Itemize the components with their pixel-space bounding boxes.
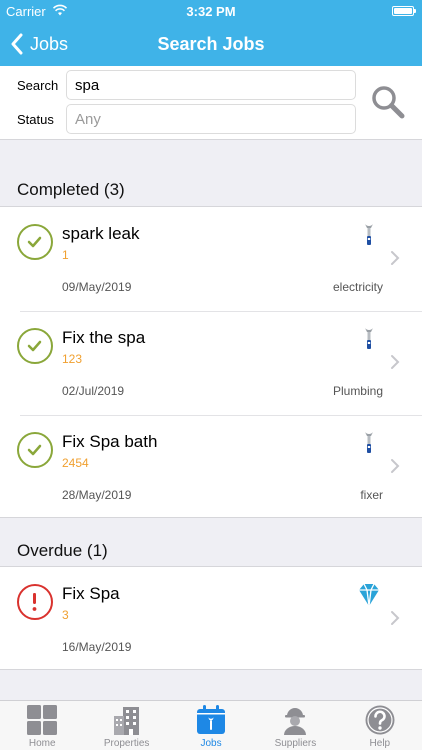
job-row[interactable]: Fix the spa 123 02/Jul/2019 Plumbing bbox=[0, 311, 422, 415]
completed-status-icon bbox=[17, 224, 53, 260]
job-number: 3 bbox=[62, 608, 69, 622]
wrench-icon bbox=[365, 328, 373, 349]
job-number: 1 bbox=[62, 248, 69, 262]
job-row[interactable]: Fix Spa 3 16/May/2019 bbox=[0, 567, 422, 671]
job-title: Fix the spa bbox=[62, 328, 146, 347]
chevron-right-icon bbox=[391, 459, 400, 473]
tab-label: Properties bbox=[103, 738, 150, 749]
status-field[interactable] bbox=[66, 104, 356, 134]
job-title: Fix Spa bbox=[62, 584, 120, 603]
search-icon[interactable] bbox=[370, 84, 406, 120]
tab-label: Home bbox=[28, 738, 56, 749]
navigation-bar: Jobs Search Jobs bbox=[0, 22, 422, 66]
chevron-right-icon bbox=[391, 355, 400, 369]
grid-icon bbox=[27, 705, 58, 735]
chevron-right-icon bbox=[391, 611, 400, 625]
section-header-overdue: Overdue (1) bbox=[17, 541, 108, 560]
back-button-label: Jobs bbox=[30, 33, 69, 54]
job-date: 09/May/2019 bbox=[62, 280, 132, 294]
back-button[interactable]: Jobs bbox=[10, 22, 68, 66]
overdue-status-icon bbox=[17, 584, 53, 620]
building-icon bbox=[113, 707, 139, 735]
tab-label: Suppliers bbox=[274, 738, 317, 749]
worker-icon bbox=[284, 708, 307, 735]
battery-icon bbox=[392, 6, 416, 16]
completed-status-icon bbox=[17, 328, 53, 364]
status-label: Status bbox=[17, 112, 54, 127]
job-number: 123 bbox=[62, 352, 83, 366]
completed-status-icon bbox=[17, 432, 53, 468]
job-date: 16/May/2019 bbox=[62, 640, 132, 654]
tab-bar: Home Properties Jobs Suppliers Help bbox=[0, 700, 422, 750]
search-panel: Search Status bbox=[0, 66, 422, 140]
wrench-icon bbox=[365, 432, 373, 453]
status-bar: Carrier 3:32 PM bbox=[0, 0, 422, 22]
tab-help[interactable]: Help bbox=[338, 701, 422, 750]
tab-home[interactable]: Home bbox=[0, 701, 84, 750]
job-title: Fix Spa bath bbox=[62, 432, 158, 451]
job-date: 28/May/2019 bbox=[62, 488, 132, 502]
tab-suppliers[interactable]: Suppliers bbox=[253, 701, 337, 750]
tab-label: Help bbox=[369, 738, 391, 749]
completed-jobs-list: spark leak 1 09/May/2019 electricity Fix… bbox=[0, 206, 422, 518]
calendar-wrench-icon bbox=[197, 705, 226, 734]
job-row[interactable]: Fix Spa bath 2454 28/May/2019 fixer bbox=[0, 415, 422, 519]
job-date: 02/Jul/2019 bbox=[62, 384, 125, 398]
job-row[interactable]: spark leak 1 09/May/2019 electricity bbox=[0, 207, 422, 311]
search-label: Search bbox=[17, 78, 59, 93]
help-icon bbox=[365, 705, 395, 735]
overdue-jobs-list: Fix Spa 3 16/May/2019 bbox=[0, 566, 422, 670]
clock: 3:32 PM bbox=[186, 4, 236, 19]
job-category: Plumbing bbox=[332, 384, 383, 398]
chevron-left-icon bbox=[11, 33, 23, 55]
wrench-icon bbox=[365, 224, 373, 245]
tab-label: Jobs bbox=[200, 738, 222, 749]
search-input[interactable] bbox=[66, 70, 356, 100]
chevron-right-icon bbox=[391, 251, 400, 265]
tab-properties[interactable]: Properties bbox=[84, 701, 168, 750]
job-title: spark leak bbox=[62, 224, 140, 243]
diamond-logo-icon bbox=[359, 583, 379, 607]
job-number: 2454 bbox=[62, 456, 89, 470]
job-category: fixer bbox=[360, 488, 383, 502]
tab-jobs[interactable]: Jobs bbox=[169, 701, 253, 750]
job-category: electricity bbox=[332, 280, 383, 294]
section-header-completed: Completed (3) bbox=[17, 180, 125, 199]
